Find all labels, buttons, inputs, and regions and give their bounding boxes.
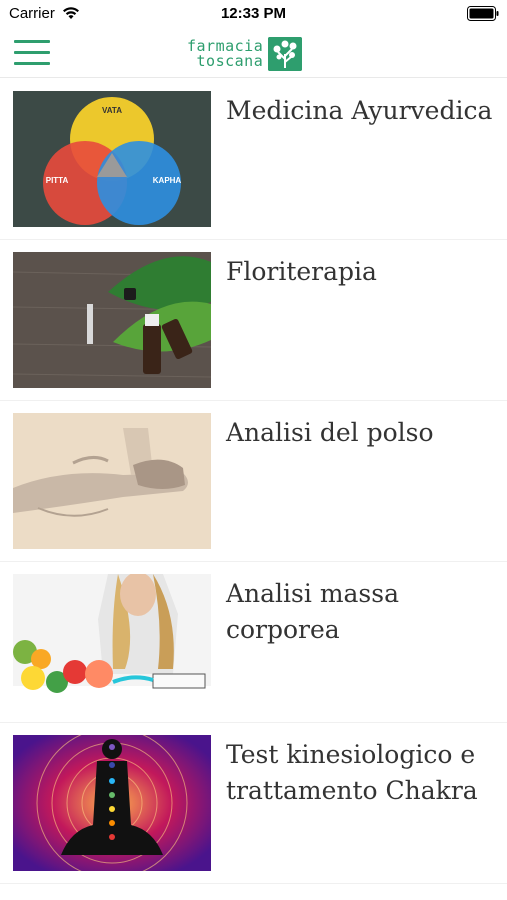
list-item-analisi-polso[interactable]: Analisi del polso xyxy=(0,401,507,562)
svg-text:VATA: VATA xyxy=(102,106,122,115)
list-item-massa-corporea[interactable]: Analisi massa corporea xyxy=(0,562,507,723)
battery-icon xyxy=(467,6,499,21)
list-item-title: Medicina Ayurvedica xyxy=(226,96,493,125)
list-item-chakra[interactable]: Test kinesiologico e trattamento Chakra xyxy=(0,723,507,884)
list-item-ayurveda[interactable]: VATA PITTA KAPHA Medicina Ayurvedica xyxy=(0,79,507,240)
service-list: VATA PITTA KAPHA Medicina Ayurvedica Flo… xyxy=(0,79,507,884)
list-item-title: Analisi del polso xyxy=(226,418,434,447)
status-bar: Carrier 12:33 PM xyxy=(0,0,507,28)
ayurveda-doshas-image: VATA PITTA KAPHA xyxy=(13,91,211,227)
list-item-title: Test kinesiologico e trattamento Chakra xyxy=(226,740,478,805)
body-mass-analysis-image xyxy=(13,574,211,710)
app-header: farmacia toscana xyxy=(0,28,507,78)
svg-text:PITTA: PITTA xyxy=(46,176,69,185)
essential-oils-image xyxy=(13,252,211,388)
list-item-title: Floriterapia xyxy=(226,257,377,286)
menu-icon[interactable] xyxy=(14,40,50,66)
clock: 12:33 PM xyxy=(220,5,287,22)
tree-logo-icon xyxy=(268,37,303,71)
list-item-title: Analisi massa corporea xyxy=(226,579,399,644)
list-item-floriterapia[interactable]: Floriterapia xyxy=(0,240,507,401)
brand-name-line2: toscana xyxy=(196,52,264,70)
brand-logo-group[interactable]: farmacia toscana xyxy=(187,36,303,72)
svg-text:KAPHA: KAPHA xyxy=(153,176,182,185)
chakra-meditation-image xyxy=(13,735,211,871)
pulse-reading-image xyxy=(13,413,211,549)
